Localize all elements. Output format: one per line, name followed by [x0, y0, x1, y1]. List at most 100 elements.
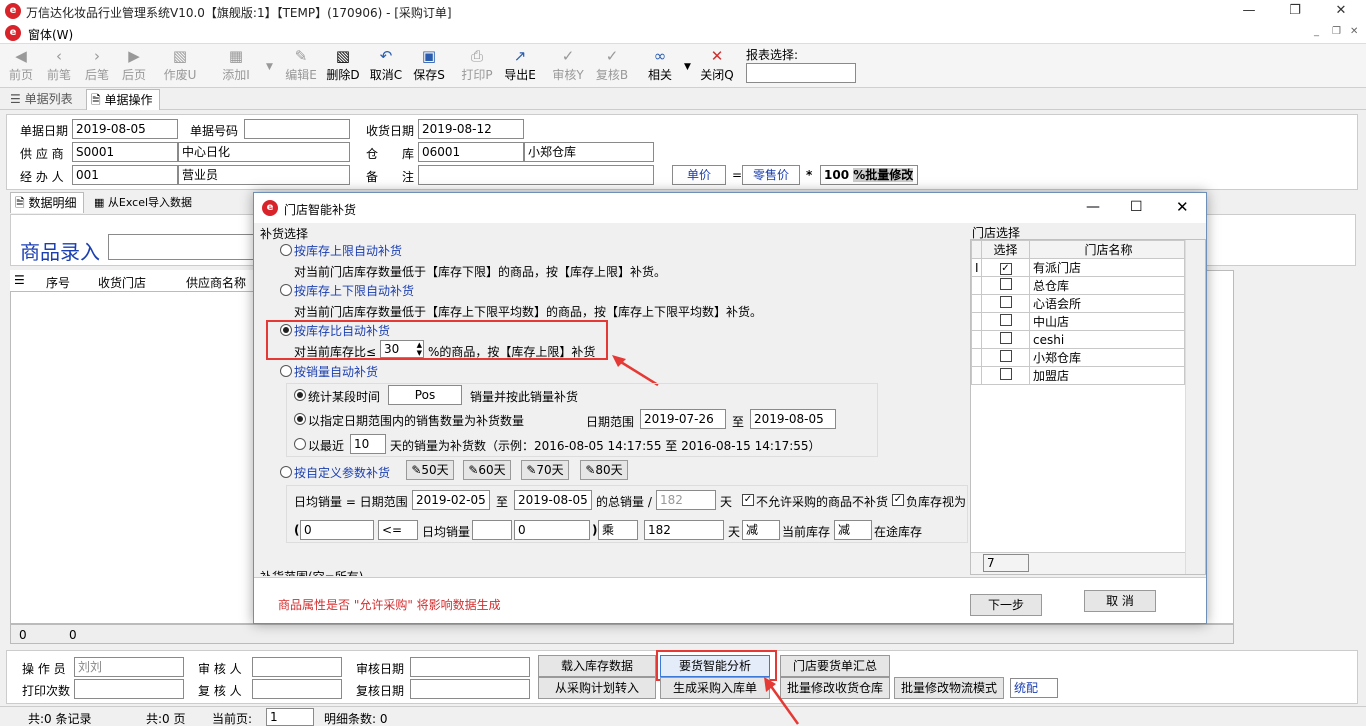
menu-window[interactable]: 窗体(W)	[28, 26, 73, 43]
from-plan-button[interactable]: 从采购计划转入	[538, 677, 656, 699]
delete-button[interactable]: ▧ 删除D	[324, 46, 362, 86]
no-purchase-checkbox[interactable]: ✓	[742, 494, 754, 506]
first-page-button[interactable]: ◀ 前页	[4, 46, 38, 86]
expr-value-2[interactable]	[472, 520, 512, 540]
opt-upper-label[interactable]: 按库存上限自动补货	[294, 242, 402, 259]
preset-80-button[interactable]: ✎80天	[580, 460, 628, 480]
tab-doc-operation[interactable]: 🗎 单据操作	[86, 89, 160, 110]
batch-modify-box[interactable]: 100 %批量修改	[820, 165, 918, 185]
dialog-cancel-button[interactable]: 取 消	[1084, 590, 1156, 612]
date-from-field[interactable]: 2019-07-26	[640, 409, 726, 429]
expr-operator[interactable]: <=	[378, 520, 418, 540]
store-row[interactable]: 总仓库	[971, 276, 1185, 295]
dialog-maximize-icon[interactable]: ☐	[1130, 199, 1143, 215]
date-to-field[interactable]: 2019-08-05	[750, 409, 836, 429]
opt-sales-label[interactable]: 按销量自动补货	[294, 363, 378, 380]
store-summary-button[interactable]: 门店要货单汇总	[780, 655, 890, 677]
store-checkbox[interactable]: ✓	[999, 263, 1012, 275]
edit-button[interactable]: ✎ 编辑E	[282, 46, 320, 86]
opt-ratio-label[interactable]: 按库存比自动补货	[294, 322, 390, 339]
mdi-close-icon[interactable]: ✕	[1350, 26, 1358, 37]
neg-stock-checkbox[interactable]: ✓	[892, 494, 904, 506]
product-entry-input[interactable]	[108, 234, 258, 260]
store-checkbox[interactable]	[999, 314, 1012, 326]
expr-value-1[interactable]: 0	[300, 520, 374, 540]
date-range-radio[interactable]	[294, 413, 306, 425]
opt-sales-radio[interactable]	[280, 365, 292, 377]
tab-doc-list[interactable]: ☰ 单据列表	[6, 89, 79, 110]
pos-field[interactable]: Pos	[388, 385, 462, 405]
export-button[interactable]: ↗ 导出E	[500, 46, 540, 86]
void-button[interactable]: ▧ 作废U	[160, 46, 200, 86]
store-checkbox[interactable]	[999, 332, 1012, 344]
add-dropdown-icon[interactable]: ▼	[266, 62, 273, 72]
generate-receipt-button[interactable]: 生成采购入库单	[660, 677, 770, 699]
tab-data-detail[interactable]: 🗎 数据明细	[10, 192, 84, 213]
supplier-code-field[interactable]: S0001	[72, 142, 178, 162]
opt-custom-label[interactable]: 按自定义参数补货	[294, 464, 390, 481]
store-row[interactable]: 中山店	[971, 312, 1185, 331]
opt-avg-radio[interactable]	[280, 284, 292, 296]
last-page-button[interactable]: ▶ 后页	[117, 46, 151, 86]
distribution-select[interactable]: 统配	[1010, 678, 1058, 698]
doc-date-field[interactable]: 2019-08-05	[72, 119, 178, 139]
approve-button[interactable]: ✓ 审核Y	[548, 46, 588, 86]
store-checkbox[interactable]	[999, 350, 1012, 362]
mdi-restore-icon[interactable]: ❐	[1332, 26, 1341, 37]
load-stock-button[interactable]: 载入库存数据	[538, 655, 656, 677]
preset-60-button[interactable]: ✎60天	[463, 460, 511, 480]
expr-value-3[interactable]: 0	[514, 520, 590, 540]
expr-minus-2[interactable]: 减	[834, 520, 872, 540]
doc-no-field[interactable]	[244, 119, 350, 139]
store-row[interactable]: I ✓ 有派门店	[971, 258, 1185, 277]
stepper-arrows-icon[interactable]: ▲ ▼	[417, 341, 422, 357]
retail-price-select[interactable]: 零售价	[742, 165, 800, 185]
grid-menu-icon[interactable]: ☰	[14, 273, 25, 287]
ratio-stepper[interactable]: 30 ▲ ▼	[380, 340, 424, 358]
recv-date-field[interactable]: 2019-08-12	[418, 119, 524, 139]
store-grid-scrollbar[interactable]	[1185, 240, 1205, 574]
opt-ratio-radio[interactable]	[280, 324, 292, 336]
related-button[interactable]: ∞ 相关	[642, 46, 678, 86]
close-window-icon[interactable]: ✕	[1318, 0, 1364, 22]
custom-from-field[interactable]: 2019-02-05	[412, 490, 490, 510]
store-checkbox[interactable]	[999, 368, 1012, 380]
expr-multiply[interactable]: 乘	[598, 520, 638, 540]
stat-period-radio[interactable]	[294, 389, 306, 401]
next-record-button[interactable]: › 后笔	[80, 46, 114, 86]
related-dropdown-icon[interactable]: ▼	[684, 62, 691, 72]
preset-70-button[interactable]: ✎70天	[521, 460, 569, 480]
report-select-input[interactable]	[746, 63, 856, 83]
store-row[interactable]: 小郑仓库	[971, 348, 1185, 367]
unit-price-select[interactable]: 单价	[672, 165, 726, 185]
custom-until-field[interactable]: 2019-08-05	[514, 490, 592, 510]
store-row[interactable]: 心语会所	[971, 294, 1185, 313]
tab-excel-import[interactable]: ▦ 从Excel导入数据	[90, 193, 198, 214]
remark-field[interactable]	[418, 165, 654, 185]
warehouse-code-field[interactable]: 06001	[418, 142, 524, 162]
batch-logistics-button[interactable]: 批量修改物流模式	[894, 677, 1004, 699]
close-button[interactable]: ✕ 关闭Q	[698, 46, 736, 86]
opt-custom-radio[interactable]	[280, 466, 292, 478]
restore-icon[interactable]: ❐	[1272, 0, 1318, 22]
print-button[interactable]: ⎙ 打印P	[458, 46, 496, 86]
cancel-edit-button[interactable]: ↶ 取消C	[366, 46, 406, 86]
preset-50-button[interactable]: ✎50天	[406, 460, 454, 480]
prev-record-button[interactable]: ‹ 前笔	[42, 46, 76, 86]
handler-code-field[interactable]: 001	[72, 165, 178, 185]
save-button[interactable]: ▣ 保存S	[410, 46, 448, 86]
store-row[interactable]: 加盟店	[971, 366, 1185, 385]
store-row[interactable]: ceshi	[971, 330, 1185, 349]
store-checkbox[interactable]	[999, 278, 1012, 290]
store-checkbox[interactable]	[999, 296, 1012, 308]
expr-minus-1[interactable]: 减	[742, 520, 780, 540]
current-page-input[interactable]: 1	[266, 708, 314, 726]
recheck-button[interactable]: ✓ 复核B	[592, 46, 632, 86]
recent-days-field[interactable]: 10	[350, 434, 386, 454]
recent-days-radio[interactable]	[294, 438, 306, 450]
opt-upper-radio[interactable]	[280, 244, 292, 256]
minimize-icon[interactable]: —	[1226, 0, 1272, 22]
dialog-minimize-icon[interactable]: —	[1086, 199, 1100, 215]
next-step-button[interactable]: 下一步	[970, 594, 1042, 616]
add-button[interactable]: ▦ 添加I	[216, 46, 256, 86]
